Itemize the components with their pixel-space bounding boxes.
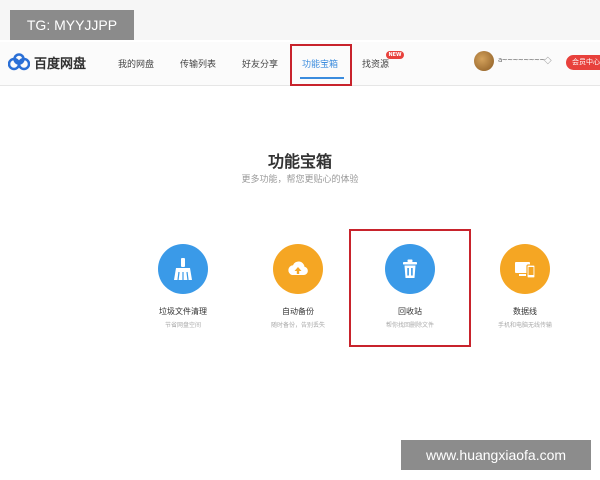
tool-desc: 随时备份，告别丢失 <box>270 322 325 329</box>
vip-center-button[interactable]: 会员中心 <box>566 55 600 70</box>
cloud-upload-icon <box>273 244 323 294</box>
highlight-box-recycle-bin <box>349 229 471 347</box>
nav-my-netdisk[interactable]: 我的网盘 <box>118 57 154 70</box>
baidu-netdisk-logo[interactable]: 百度网盘 <box>8 52 86 72</box>
tool-desc: 节省网盘空间 <box>164 322 201 329</box>
devices-icon <box>500 244 550 294</box>
avatar[interactable] <box>474 51 494 71</box>
username[interactable]: a~~~~~~~~ <box>498 56 545 64</box>
new-badge: NEW <box>386 51 404 59</box>
watermark-bottom-right: www.huangxiaofa.com <box>401 440 591 470</box>
page-title: 功能宝箱 <box>267 152 332 171</box>
logo-text: 百度网盘 <box>34 56 87 72</box>
nav-friend-share[interactable]: 好友分享 <box>242 57 278 70</box>
tool-name: 自动备份 <box>282 307 314 316</box>
watermark-top-left: TG: MYYJJPP <box>10 10 134 40</box>
tool-name: 垃圾文件清理 <box>159 307 207 316</box>
cloud-logo-icon <box>8 53 30 71</box>
tool-desc: 手机和电脑无线传输 <box>497 322 552 329</box>
page-subtitle: 更多功能，帮您更贴心的体验 <box>241 175 359 185</box>
broom-icon <box>158 244 208 294</box>
tool-data-cable[interactable]: 数据线 手机和电脑无线传输 <box>470 244 580 334</box>
tool-auto-backup[interactable]: 自动备份 随时备份，告别丢失 <box>243 244 353 334</box>
tool-junk-cleanup[interactable]: 垃圾文件清理 节省网盘空间 <box>128 244 238 334</box>
highlight-box-toolbox-tab <box>290 44 352 86</box>
nav-find-resources[interactable]: 找资源 <box>362 57 389 70</box>
tool-name: 数据线 <box>513 307 537 316</box>
nav-transfer-list[interactable]: 传输列表 <box>180 57 216 70</box>
diamond-icon[interactable]: ◇ <box>544 56 554 66</box>
